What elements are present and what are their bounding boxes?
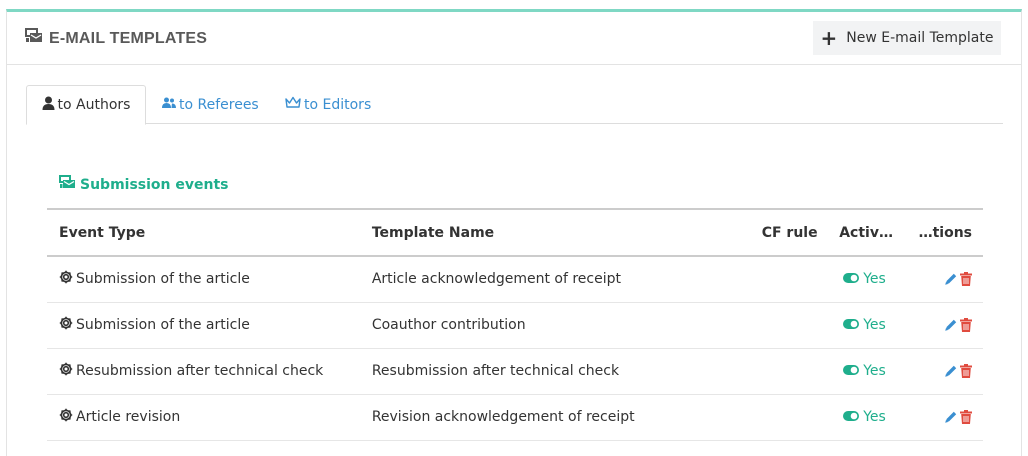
column-header-actions: …tions: [918, 208, 983, 257]
active-status: Yes: [863, 317, 886, 333]
table-header-row: Event Type Template Name CF rule Activ… …: [47, 208, 983, 257]
column-header-cf-rule[interactable]: CF rule: [761, 208, 840, 257]
gear-icon: [59, 408, 76, 426]
pencil-icon[interactable]: [944, 318, 958, 332]
tab-label: to Referees: [179, 96, 259, 113]
cf-rule: [762, 394, 839, 440]
page-title-text: E-MAIL TEMPLATES: [49, 29, 208, 47]
pencil-icon[interactable]: [944, 272, 958, 286]
active-status: Yes: [863, 409, 886, 425]
gear-icon: [59, 270, 76, 288]
section-title-text: Submission events: [80, 176, 229, 193]
event-type: Article revision: [76, 409, 181, 425]
active-toggle[interactable]: Yes: [839, 363, 918, 379]
table-row: Resubmission after technical check Resub…: [47, 348, 983, 394]
gear-icon: [59, 362, 76, 380]
trash-icon[interactable]: [960, 410, 972, 424]
pencil-icon[interactable]: [944, 364, 958, 378]
pencil-icon[interactable]: [944, 410, 958, 424]
tab-label: to Authors: [57, 97, 131, 113]
table-row: Submission of the article Article acknow…: [47, 256, 983, 302]
table-row: Submission of the article Coauthor contr…: [47, 302, 983, 348]
template-name: Revision acknowledgement of receipt: [371, 409, 635, 425]
tab-to-referees[interactable]: to Referees: [162, 85, 259, 124]
cf-rule: [762, 302, 839, 348]
section-title: Submission events: [59, 175, 229, 194]
column-header-event-type[interactable]: Event Type: [47, 208, 372, 257]
event-type: Resubmission after technical check: [76, 363, 324, 379]
toggle-on-icon: [843, 271, 860, 287]
email-templates-table: Event Type Template Name CF rule Activ… …: [47, 208, 983, 441]
event-type: Submission of the article: [76, 271, 250, 288]
template-name: Article acknowledgement of receipt: [371, 271, 621, 288]
template-name: Coauthor contribution: [371, 317, 526, 333]
trash-icon[interactable]: [960, 272, 972, 287]
tab-to-authors[interactable]: to Authors: [26, 85, 146, 125]
template-name: Resubmission after technical check: [371, 363, 620, 379]
cf-rule: [762, 348, 839, 394]
panel-header: E-MAIL TEMPLATES + New E-mail Template: [7, 12, 1021, 65]
crown-icon: [285, 96, 304, 113]
trash-icon[interactable]: [960, 318, 972, 332]
toggle-on-icon: [843, 363, 860, 379]
recipient-tabs: to Authors to Referees to Editors: [26, 85, 1003, 125]
new-email-template-button[interactable]: + New E-mail Template: [813, 21, 1001, 55]
trash-icon[interactable]: [960, 364, 972, 378]
active-status: Yes: [863, 363, 886, 379]
new-email-template-label: New E-mail Template: [846, 30, 994, 46]
submission-events-icon: [59, 175, 80, 194]
toggle-on-icon: [843, 317, 860, 333]
page-title: E-MAIL TEMPLATES: [25, 28, 207, 49]
user-icon: [42, 96, 58, 114]
active-status: Yes: [863, 271, 886, 288]
email-templates-panel: E-MAIL TEMPLATES + New E-mail Template t…: [6, 9, 1022, 456]
active-toggle[interactable]: Yes: [839, 317, 918, 333]
plus-icon: +: [820, 26, 838, 50]
email-templates-icon: [25, 28, 49, 49]
toggle-on-icon: [843, 409, 860, 425]
tab-label: to Editors: [304, 96, 372, 113]
active-toggle[interactable]: Yes: [839, 271, 918, 287]
column-header-template-name[interactable]: Template Name: [371, 208, 762, 257]
event-type: Submission of the article: [76, 317, 250, 333]
table-row: Article revision Revision acknowledgemen…: [47, 394, 983, 440]
gear-icon: [59, 316, 76, 334]
tab-to-editors[interactable]: to Editors: [285, 85, 371, 124]
active-toggle[interactable]: Yes: [839, 409, 918, 425]
column-header-active[interactable]: Activ…: [839, 208, 919, 257]
cf-rule: [762, 256, 839, 302]
users-icon: [162, 97, 179, 113]
